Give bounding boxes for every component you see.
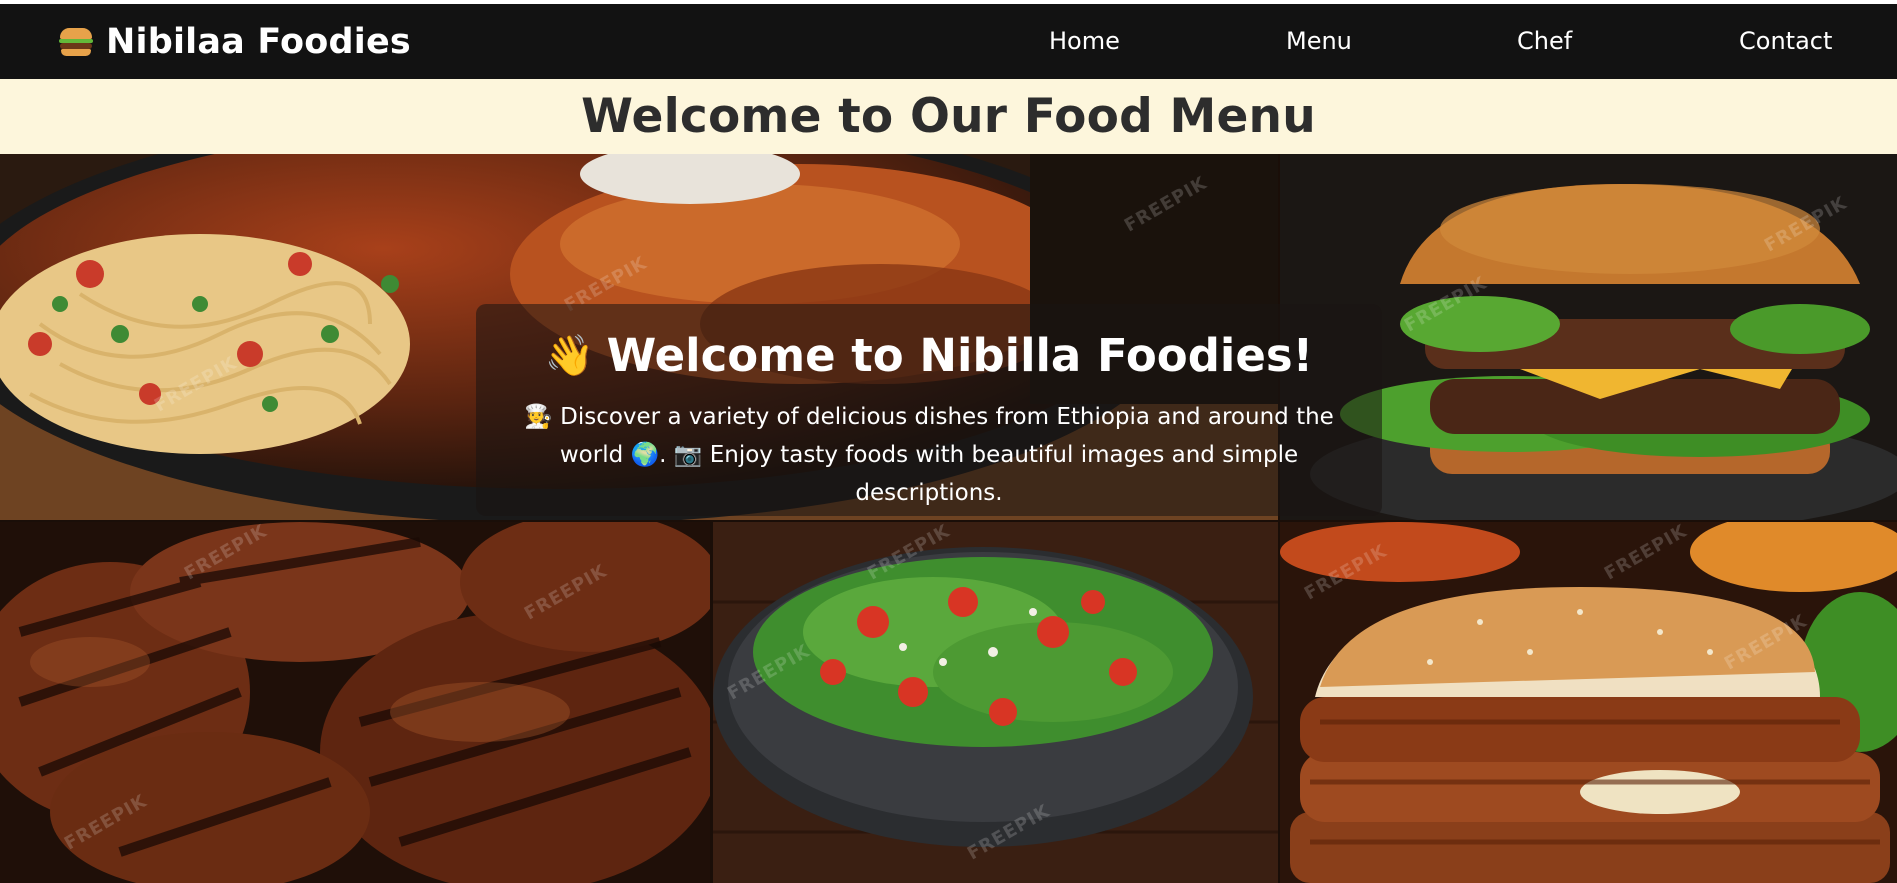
title-band: Welcome to Our Food Menu xyxy=(0,79,1897,154)
hero-overlay: 👋 Welcome to Nibilla Foodies! 🧑‍🍳 Discov… xyxy=(476,304,1382,516)
food-image-beef-burger: FREEPIK FREEPIK FREEPIK xyxy=(1280,522,1897,883)
hamburger-icon xyxy=(58,27,94,57)
nav-link-home[interactable]: Home xyxy=(1049,4,1120,79)
page: Nibilaa Foodies Home Menu Chef Contact W… xyxy=(0,0,1897,883)
hero-text-part-3: Enjoy tasty foods with beautiful images … xyxy=(702,442,1299,506)
nav-link-contact[interactable]: Contact xyxy=(1739,4,1832,79)
food-image-salad: FREEPIK FREEPIK FREEPIK xyxy=(713,522,1278,883)
brand-name: Nibilaa Foodies xyxy=(106,21,411,62)
navbar: Nibilaa Foodies Home Menu Chef Contact xyxy=(0,4,1897,79)
brand-logo-link[interactable]: Nibilaa Foodies xyxy=(58,4,411,79)
food-gallery: FREEPIK FREEPIK FREEPIK FREEPIK FREEPIK … xyxy=(0,154,1897,883)
globe-icon: 🌍 xyxy=(630,442,660,468)
food-image-grilled-meat: FREEPIK FREEPIK FREEPIK xyxy=(0,522,710,883)
hero-heading: 👋 Welcome to Nibilla Foodies! xyxy=(545,329,1313,382)
nav-link-menu[interactable]: Menu xyxy=(1286,4,1352,79)
hero-description: 🧑‍🍳 Discover a variety of delicious dish… xyxy=(504,398,1354,512)
hero-heading-text: Welcome to Nibilla Foodies! xyxy=(606,329,1314,382)
nav-link-chef[interactable]: Chef xyxy=(1517,4,1572,79)
camera-icon: 📷 xyxy=(673,442,703,468)
waving-hand-icon: 👋 xyxy=(544,333,595,379)
hero-text-part-2: . xyxy=(659,442,674,468)
page-title: Welcome to Our Food Menu xyxy=(581,89,1316,144)
cook-icon: 🧑‍🍳 xyxy=(524,404,553,430)
